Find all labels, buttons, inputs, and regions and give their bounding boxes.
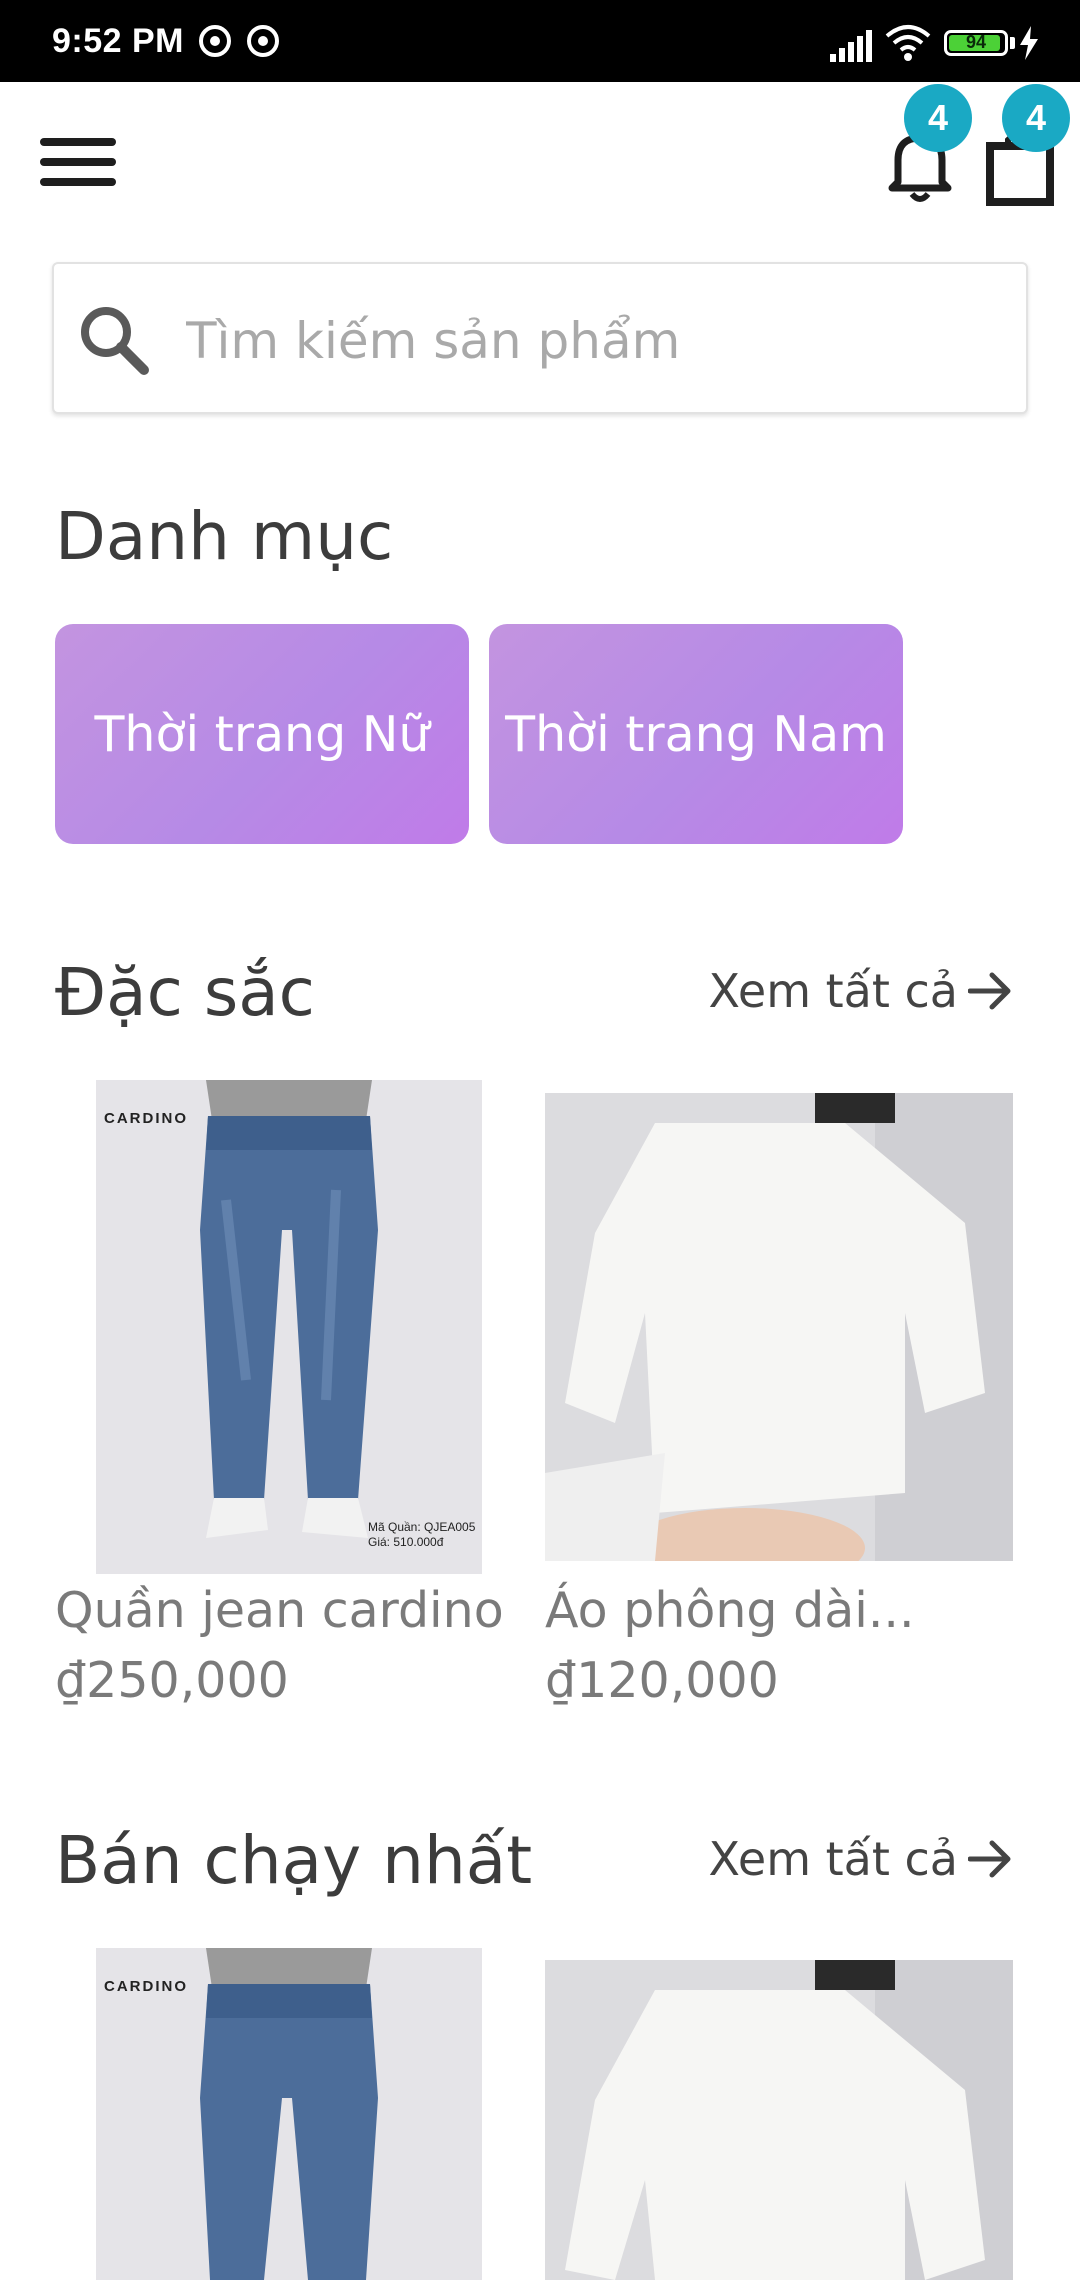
search-input[interactable]: [184, 294, 1008, 388]
search-icon: [81, 307, 149, 375]
image-caption: Mã Quần: QJEA005 Giá: 510.000đ: [368, 1520, 476, 1549]
status-bar: 9:52 PM 94: [0, 0, 1080, 82]
jeans-product-image[interactable]: CARDINO: [96, 1948, 482, 2280]
best-sellers-title: Bán chạy nhất: [55, 1822, 533, 1899]
jeans-illustration: [96, 1948, 482, 2280]
best-sellers-see-all-link[interactable]: Xem tất cả: [708, 1832, 1014, 1886]
hamburger-menu-icon[interactable]: [40, 134, 116, 190]
charging-bolt-icon: [1020, 26, 1038, 60]
white-long-tshirt-product-image[interactable]: [545, 1093, 1013, 1561]
featured-title: Đặc sắc: [55, 954, 315, 1031]
jeans-illustration: [96, 1080, 482, 1574]
product-price: ₫120,000: [545, 1652, 779, 1709]
brand-label: CARDINO: [104, 1978, 188, 1995]
notification-circle-icon: [199, 25, 231, 57]
search-bar[interactable]: [52, 262, 1028, 414]
product-price: ₫250,000: [55, 1652, 289, 1709]
product-name[interactable]: Áo phông dài...: [545, 1582, 915, 1639]
see-all-label: Xem tất cả: [708, 1832, 958, 1886]
signal-icon: [830, 30, 872, 62]
wifi-icon: [885, 25, 931, 61]
see-all-label: Xem tất cả: [708, 964, 958, 1018]
brand-label: CARDINO: [104, 1110, 188, 1127]
tshirt-illustration: [545, 1960, 1013, 2280]
notification-circle-icon: [247, 25, 279, 57]
jeans-product-image[interactable]: CARDINO Mã Quần: QJEA005 Giá: 510.000đ: [96, 1080, 482, 1574]
cart-badge: 4: [1002, 84, 1070, 152]
status-time: 9:52 PM: [52, 22, 184, 60]
product-name[interactable]: Quần jean cardino: [55, 1582, 504, 1639]
tshirt-illustration: [545, 1093, 1013, 1561]
category-women-fashion[interactable]: Thời trang Nữ: [55, 624, 469, 844]
white-long-tshirt-product-image[interactable]: [545, 1960, 1013, 2280]
battery-level: 94: [965, 32, 987, 52]
arrow-right-icon: [968, 972, 1011, 1010]
battery-icon: 94: [944, 30, 1008, 56]
notification-badge: 4: [904, 84, 972, 152]
categories-title: Danh mục: [55, 498, 394, 575]
featured-see-all-link[interactable]: Xem tất cả: [708, 964, 1014, 1018]
battery-tip: [1010, 37, 1015, 49]
arrow-right-icon: [968, 1840, 1011, 1878]
category-men-fashion[interactable]: Thời trang Nam: [489, 624, 903, 844]
app-bar: 4 4: [0, 82, 1080, 252]
